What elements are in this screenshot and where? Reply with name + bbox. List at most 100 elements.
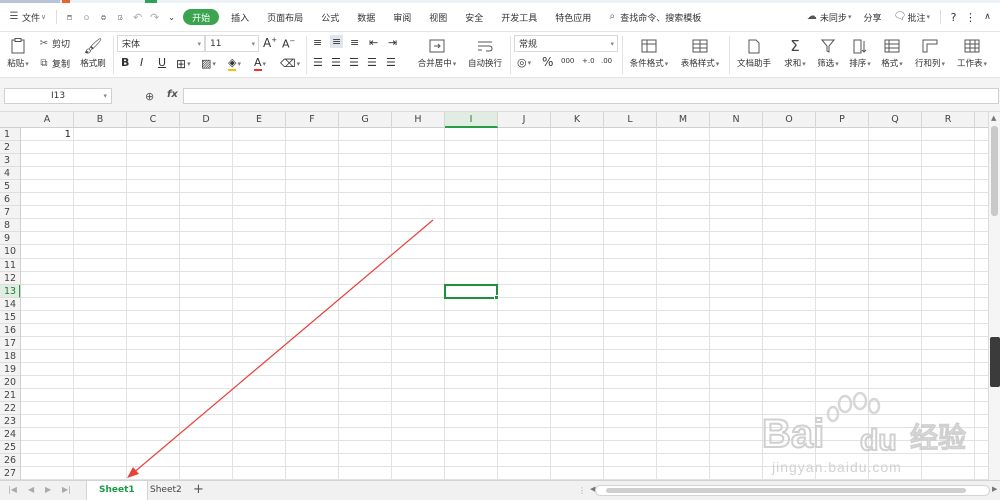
- indent-increase-button[interactable]: ⇥: [388, 36, 397, 49]
- last-sheet-icon[interactable]: ▶|: [62, 485, 71, 494]
- tab-page-layout[interactable]: 页面布局: [258, 6, 312, 28]
- currency-button[interactable]: ◎ ▾: [517, 56, 531, 69]
- column-header-g[interactable]: G: [339, 112, 392, 128]
- column-header-n[interactable]: N: [710, 112, 763, 128]
- align-middle-button[interactable]: ≡: [330, 35, 344, 48]
- side-panel-toggle[interactable]: [990, 337, 1000, 387]
- column-header-p[interactable]: P: [816, 112, 869, 128]
- row-header-3[interactable]: 3: [0, 154, 20, 168]
- collapse-ribbon-button[interactable]: ∧: [979, 6, 996, 28]
- row-header-18[interactable]: 18: [0, 350, 20, 363]
- row-header-23[interactable]: 23: [0, 415, 20, 429]
- merge-center-button[interactable]: 合并居中▾: [414, 35, 460, 69]
- column-header-l[interactable]: L: [604, 112, 657, 128]
- tab-scroll-splitter[interactable]: ⋮: [578, 486, 586, 495]
- tab-insert[interactable]: 插入: [222, 6, 258, 28]
- align-bottom-button[interactable]: ≡: [350, 36, 359, 49]
- row-header-1[interactable]: 1: [0, 128, 20, 142]
- row-header-5[interactable]: 5: [0, 180, 20, 194]
- share-button[interactable]: 分享: [857, 6, 887, 28]
- fill-pattern-button[interactable]: ▨ ▾: [201, 57, 216, 70]
- row-header-25[interactable]: 25: [0, 441, 20, 455]
- clear-format-button[interactable]: ⌫ ▾: [280, 57, 300, 70]
- filter-button[interactable]: 筛选▾: [813, 35, 843, 69]
- border-button[interactable]: ⊞ ▾: [176, 57, 191, 71]
- row-header-24[interactable]: 24: [0, 428, 20, 442]
- print-button[interactable]: [95, 6, 112, 28]
- fill-color-button[interactable]: ◈ ▾: [228, 56, 241, 71]
- tab-formulas[interactable]: 公式: [312, 6, 348, 28]
- align-top-button[interactable]: ≡: [313, 36, 322, 49]
- row-header-6[interactable]: 6: [0, 193, 20, 207]
- column-header-h[interactable]: H: [392, 112, 445, 128]
- more-button[interactable]: ⋮: [962, 6, 979, 28]
- column-header-a[interactable]: A: [21, 112, 74, 128]
- export-button[interactable]: [78, 6, 95, 28]
- tab-home[interactable]: 开始: [183, 9, 220, 25]
- decrease-font-button[interactable]: A−: [282, 37, 295, 51]
- column-header-e[interactable]: E: [233, 112, 286, 128]
- row-header-13[interactable]: 13: [0, 284, 20, 298]
- tab-developer[interactable]: 开发工具: [492, 6, 546, 28]
- vertical-scrollbar[interactable]: ▲: [988, 112, 1000, 480]
- row-header-19[interactable]: 19: [0, 363, 20, 376]
- increase-decimal-button[interactable]: +.0: [582, 57, 595, 65]
- file-menu[interactable]: ☰ 文件 ∨: [0, 6, 52, 28]
- row-header-9[interactable]: 9: [0, 232, 20, 246]
- column-header-j[interactable]: J: [498, 112, 551, 128]
- sort-button[interactable]: 排序▾: [845, 35, 875, 69]
- worksheet-button[interactable]: 工作表▾: [953, 35, 991, 69]
- row-header-14[interactable]: 14: [0, 298, 20, 311]
- zoom-icon[interactable]: ⊕: [145, 90, 154, 103]
- align-right-button[interactable]: ☰: [349, 56, 359, 69]
- print-preview-button[interactable]: [112, 6, 129, 28]
- sum-button[interactable]: Σ 求和▾: [780, 35, 810, 69]
- font-size-select[interactable]: 11 ▾: [205, 35, 259, 52]
- row-header-16[interactable]: 16: [0, 324, 20, 337]
- row-header-7[interactable]: 7: [0, 206, 20, 220]
- copy-button[interactable]: ⧉ 复制: [38, 57, 70, 71]
- row-header-22[interactable]: 22: [0, 402, 20, 416]
- tab-features[interactable]: 特色应用: [546, 6, 600, 28]
- command-search[interactable]: ⌕ 查找命令、搜索模板: [600, 8, 707, 26]
- row-header-11[interactable]: 11: [0, 259, 20, 272]
- tab-data[interactable]: 数据: [348, 6, 384, 28]
- prev-sheet-icon[interactable]: ◀: [28, 485, 34, 494]
- cell-a1[interactable]: 1: [21, 128, 71, 141]
- align-center-button[interactable]: ☰: [331, 56, 341, 69]
- indent-decrease-button[interactable]: ⇤: [369, 36, 378, 49]
- row-header-4[interactable]: 4: [0, 167, 20, 181]
- row-header-17[interactable]: 17: [0, 337, 20, 350]
- column-header-m[interactable]: M: [657, 112, 710, 128]
- comment-button[interactable]: 🗨 批注 ▾: [887, 6, 936, 28]
- wrap-text-button[interactable]: 自动换行: [465, 35, 505, 69]
- row-header-8[interactable]: 8: [0, 219, 20, 233]
- column-header-k[interactable]: K: [551, 112, 604, 128]
- customize-toolbar-button[interactable]: ⌄: [163, 6, 180, 28]
- table-style-button[interactable]: 表格样式▾: [677, 35, 723, 69]
- add-sheet-button[interactable]: +: [193, 482, 204, 497]
- tab-review[interactable]: 审阅: [384, 6, 420, 28]
- column-header-b[interactable]: B: [74, 112, 127, 128]
- paste-button[interactable]: 粘贴▾: [4, 35, 32, 69]
- column-header-c[interactable]: C: [127, 112, 180, 128]
- save-button[interactable]: [61, 6, 78, 28]
- conditional-format-button[interactable]: 条件格式▾: [626, 35, 672, 69]
- formula-input[interactable]: [183, 88, 999, 104]
- vertical-scroll-thumb[interactable]: [991, 126, 998, 216]
- row-header-12[interactable]: 12: [0, 272, 20, 285]
- tab-security[interactable]: 安全: [456, 6, 492, 28]
- column-header-r[interactable]: R: [922, 112, 975, 128]
- column-header-d[interactable]: D: [180, 112, 233, 128]
- row-header-26[interactable]: 26: [0, 454, 20, 468]
- horizontal-scroll-thumb[interactable]: [606, 488, 966, 493]
- document-helper-button[interactable]: 文档助手: [734, 35, 774, 69]
- row-header-2[interactable]: 2: [0, 141, 20, 155]
- name-box[interactable]: I13 ▾: [4, 88, 112, 104]
- distributed-button[interactable]: ☰: [386, 56, 396, 69]
- fill-handle[interactable]: [494, 294, 499, 300]
- bold-button[interactable]: B: [121, 56, 129, 69]
- active-cell-selection[interactable]: [444, 283, 499, 300]
- cut-button[interactable]: ✂ 剪切: [38, 37, 70, 51]
- horizontal-scrollbar[interactable]: [595, 485, 990, 496]
